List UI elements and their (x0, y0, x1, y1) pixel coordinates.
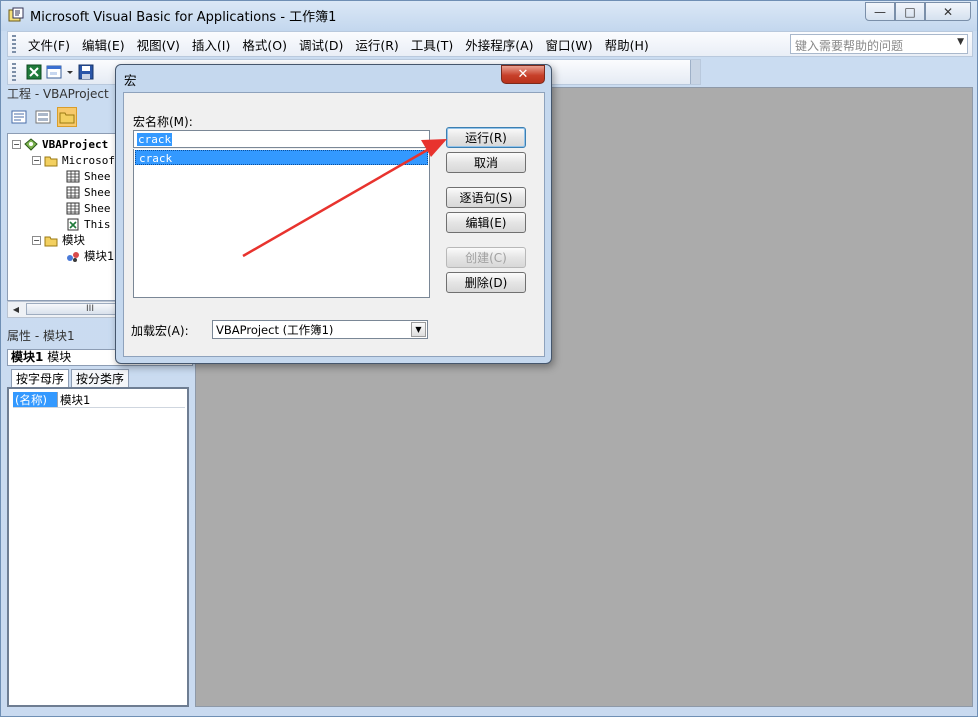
menu-edit[interactable]: 编辑(E) (76, 35, 131, 54)
dialog-close-button[interactable]: ✕ (501, 65, 545, 84)
tab-alphabetic[interactable]: 按字母序 (11, 369, 70, 388)
collapse-icon[interactable]: − (32, 235, 41, 245)
toggle-folders-icon[interactable] (57, 107, 77, 127)
macro-name-input[interactable]: crack (133, 130, 430, 148)
tree-label-objects: Microsoft (62, 153, 122, 167)
run-button[interactable]: 运行(R) (446, 127, 526, 148)
menubar-grip[interactable] (12, 35, 16, 53)
tree-item-sheet[interactable]: Shee (66, 168, 111, 184)
chevron-down-icon[interactable] (66, 64, 74, 80)
property-row-name[interactable]: (名称) 模块1 (13, 392, 185, 408)
scroll-left-icon[interactable]: ◀ (8, 302, 24, 317)
collapse-icon[interactable]: − (12, 139, 21, 149)
tree-item-vbaproject[interactable]: − VBAProject (12, 136, 108, 152)
macros-in-select[interactable]: VBAProject (工作簿1) ▼ (212, 320, 428, 339)
tree-item-module1[interactable]: 模块1 (66, 248, 114, 264)
toolbar-options-icon[interactable] (690, 60, 700, 84)
vbaproject-icon (24, 137, 38, 151)
title-bar[interactable]: Microsoft Visual Basic for Applications … (1, 1, 977, 29)
properties-grid: (名称) 模块1 (7, 387, 189, 707)
create-button[interactable]: 创建(C) (446, 247, 526, 268)
help-search-input[interactable]: 键入需要帮助的问题 ▼ (790, 34, 968, 54)
chevron-down-icon[interactable]: ▼ (411, 322, 426, 337)
folder-icon (44, 234, 58, 247)
tree-item-objects[interactable]: − Microsoft (32, 152, 122, 168)
tree-label-module1: 模块1 (84, 249, 115, 263)
sheet-icon (66, 170, 80, 183)
macro-dialog: 宏 ✕ 宏名称(M): crack crack 运行(R) 取消 逐语句(S) … (115, 64, 552, 364)
edit-button[interactable]: 编辑(E) (446, 212, 526, 233)
save-icon[interactable] (78, 64, 94, 80)
folder-icon (44, 154, 58, 167)
window-title: Microsoft Visual Basic for Applications … (30, 9, 337, 25)
tree-label-sheet3: Shee (84, 201, 111, 215)
sheet-icon (66, 186, 80, 199)
tree-item-thisworkbook[interactable]: This (66, 216, 111, 232)
cancel-button[interactable]: 取消 (446, 152, 526, 173)
tree-label-modules: 模块 (62, 233, 85, 247)
dialog-body: 宏名称(M): crack crack 运行(R) 取消 逐语句(S) 编辑(E… (123, 92, 545, 357)
property-key: (名称) (13, 392, 57, 407)
menu-run[interactable]: 运行(R) (349, 35, 404, 54)
menu-insert[interactable]: 插入(I) (186, 35, 236, 54)
menu-window[interactable]: 窗口(W) (540, 35, 599, 54)
module-icon (66, 250, 80, 263)
macros-in-value: VBAProject (工作簿1) (216, 323, 334, 337)
excel-view-icon[interactable] (26, 64, 42, 80)
restore-button[interactable]: □ (895, 2, 925, 21)
macro-name-value: crack (137, 133, 173, 146)
tree-item-sheet[interactable]: Shee (66, 184, 111, 200)
tree-item-modules[interactable]: − 模块 (32, 232, 85, 248)
chevron-down-icon[interactable]: ▼ (957, 37, 964, 47)
minimize-button[interactable]: — (865, 2, 895, 21)
tree-label-sheet2: Shee (84, 185, 111, 199)
vba-app-icon (8, 7, 24, 23)
properties-panel-title: 属性 - 模块1 (7, 329, 75, 343)
menu-bar: 文件(F) 编辑(E) 视图(V) 插入(I) 格式(O) 调试(D) 运行(R… (7, 31, 973, 57)
list-item[interactable]: crack (135, 150, 428, 165)
macro-list[interactable]: crack (133, 149, 430, 298)
tab-categorized[interactable]: 按分类序 (71, 369, 130, 388)
close-window-button[interactable]: ✕ (925, 2, 971, 21)
menu-addins[interactable]: 外接程序(A) (459, 35, 539, 54)
view-object-icon[interactable] (33, 107, 53, 127)
view-code-icon[interactable] (9, 107, 29, 127)
menu-tools[interactable]: 工具(T) (405, 35, 459, 54)
macro-name-label: 宏名称(M): (133, 115, 193, 129)
collapse-icon[interactable]: − (32, 155, 41, 165)
menu-file[interactable]: 文件(F) (22, 35, 76, 54)
toolbar-grip[interactable] (12, 63, 16, 81)
tree-label-sheet1: Shee (84, 169, 111, 183)
sheet-icon (66, 202, 80, 215)
menu-debug[interactable]: 调试(D) (293, 35, 349, 54)
help-search-placeholder: 键入需要帮助的问题 (795, 39, 904, 53)
dialog-title: 宏 (124, 73, 137, 88)
tree-label-thisworkbook: This (84, 217, 111, 231)
project-panel-title: 工程 - VBAProject (7, 87, 109, 101)
properties-object-type: 模块 (47, 350, 72, 364)
step-into-button[interactable]: 逐语句(S) (446, 187, 526, 208)
workbook-icon (66, 218, 80, 231)
property-value[interactable]: 模块1 (57, 392, 90, 407)
insert-userform-icon[interactable] (46, 64, 62, 80)
tree-label-root: VBAProject (42, 137, 109, 151)
macros-in-label: 加载宏(A): (131, 324, 189, 338)
menu-help[interactable]: 帮助(H) (599, 35, 655, 54)
menu-format[interactable]: 格式(O) (236, 35, 293, 54)
delete-button[interactable]: 删除(D) (446, 272, 526, 293)
menu-view[interactable]: 视图(V) (131, 35, 186, 54)
tree-item-sheet[interactable]: Shee (66, 200, 111, 216)
vba-window: Microsoft Visual Basic for Applications … (0, 0, 978, 717)
properties-object-name: 模块1 (11, 350, 44, 364)
